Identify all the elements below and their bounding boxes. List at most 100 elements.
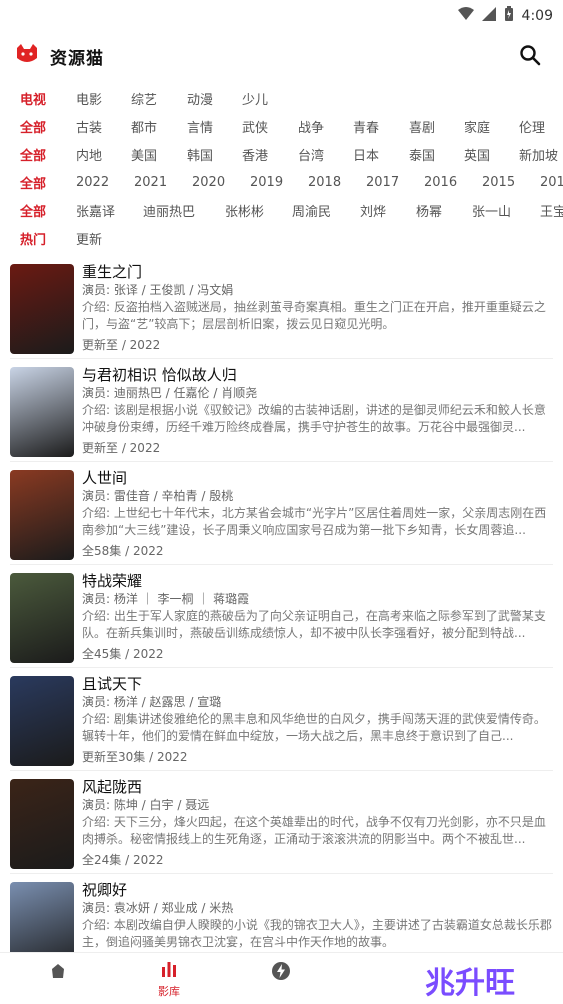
filter-chip[interactable]: 言情 xyxy=(187,117,213,136)
show-description: 介绍: 剧集讲述俊雅绝伦的黑丰息和风华绝世的白风夕，携手闯荡天涯的武侠爱情传奇。… xyxy=(82,712,546,743)
show-description: 介绍: 该剧是根据小说《驭鲛记》改编的古装神话剧，讲述的是御灵师纪云禾和鲛人长意… xyxy=(82,403,546,434)
show-poster[interactable] xyxy=(10,882,74,952)
filter-chip[interactable]: 王宝强 xyxy=(540,201,563,220)
search-icon[interactable] xyxy=(517,42,543,68)
filter-chip[interactable]: 香港 xyxy=(242,145,268,164)
show-info: 人世间 演员: 雷佳音 / 辛柏青 / 殷桃 介绍: 上世纪七十年代末，北方某省会城… xyxy=(82,468,553,561)
filter-row: 热门 更新 xyxy=(0,224,563,252)
bar-chart-icon xyxy=(159,962,179,981)
filter-chip-selected[interactable]: 全部 xyxy=(20,117,46,136)
show-description: 介绍: 出生于军人家庭的燕破岳为了向父亲证明自己，在高考来临之际参军到了武警某支… xyxy=(82,609,546,640)
show-poster[interactable] xyxy=(10,573,74,663)
filter-chip[interactable]: 喜剧 xyxy=(409,117,435,136)
show-description: 介绍: 本剧改编自伊人睽睽的小说《我的锦衣卫大人》，主要讲述了古装霸道女总裁长乐… xyxy=(82,918,552,949)
show-card[interactable]: 风起陇西 演员: 陈坤 / 白宇 / 聂远 介绍: 天下三分，烽火四起，在这个英雄辈… xyxy=(10,771,553,874)
show-cast: 演员: 杨洋 ｜ 李一桐 ｜ 蒋璐霞 xyxy=(82,592,250,606)
filter-chip[interactable]: 伦理 xyxy=(519,117,545,136)
show-poster[interactable] xyxy=(10,779,74,869)
filter-chip[interactable]: 杨幂 xyxy=(416,201,442,220)
home-icon xyxy=(48,964,68,985)
filter-chip-selected[interactable]: 全部 xyxy=(20,145,46,164)
show-card[interactable]: 人世间 演员: 雷佳音 / 辛柏青 / 殷桃 介绍: 上世纪七十年代末，北方某省会城… xyxy=(10,462,553,565)
filter-chip[interactable]: 2019 xyxy=(250,175,283,190)
filter-chip[interactable]: 2015 xyxy=(482,175,515,190)
filter-chip[interactable]: 新加坡 xyxy=(519,145,558,164)
filter-chip[interactable]: 泰国 xyxy=(409,145,435,164)
filter-chip[interactable]: 张彬彬 xyxy=(225,201,264,220)
filter-chip[interactable]: 2017 xyxy=(366,175,399,190)
filter-chip[interactable]: 家庭 xyxy=(464,117,490,136)
show-meta: 全58集 / 2022 xyxy=(82,544,164,558)
filter-chip[interactable]: 2014 xyxy=(540,175,563,190)
show-cast: 演员: 张译 / 王俊凯 / 冯文娟 xyxy=(82,283,234,297)
show-card[interactable]: 特战荣耀 演员: 杨洋 ｜ 李一桐 ｜ 蒋璐霞 介绍: 出生于军人家庭的燕破岳为了向… xyxy=(10,565,553,668)
filter-chip-selected[interactable]: 全部 xyxy=(20,173,46,192)
filter-chip[interactable]: 张嘉译 xyxy=(76,201,115,220)
tab-library-label: 影库 xyxy=(158,985,180,998)
filter-chip[interactable]: 2021 xyxy=(134,175,167,190)
filter-chip[interactable]: 2016 xyxy=(424,175,457,190)
filter-row: 全部 2022 2021 2020 2019 2018 2017 2016 2015 2014 xyxy=(0,168,563,196)
show-cast: 演员: 迪丽热巴 / 任嘉伦 / 肖顺尧 xyxy=(82,386,258,400)
filter-chip[interactable]: 美国 xyxy=(131,145,157,164)
status-time: 4:09 xyxy=(521,8,553,24)
filter-chip[interactable]: 古装 xyxy=(76,117,102,136)
filter-chip[interactable]: 都市 xyxy=(131,117,157,136)
show-info: 与君初相识 恰似故人归 演员: 迪丽热巴 / 任嘉伦 / 肖顺尧 介绍: 该剧是根据… xyxy=(82,365,553,458)
flash-icon xyxy=(271,962,291,985)
cat-logo-icon xyxy=(14,42,40,66)
show-title: 且试天下 xyxy=(82,675,143,693)
filter-chip[interactable]: 台湾 xyxy=(298,145,324,164)
show-title: 风起陇西 xyxy=(82,778,143,796)
show-poster[interactable] xyxy=(10,470,74,560)
show-title: 祝卿好 xyxy=(82,881,128,899)
filter-chip-selected[interactable]: 热门 xyxy=(20,229,46,248)
signal-icon xyxy=(481,7,496,25)
filter-chip-selected[interactable]: 电视 xyxy=(20,89,46,108)
filter-chip[interactable]: 日本 xyxy=(353,145,379,164)
filter-chip[interactable]: 武侠 xyxy=(242,117,268,136)
show-info: 特战荣耀 演员: 杨洋 ｜ 李一桐 ｜ 蒋璐霞 介绍: 出生于军人家庭的燕破岳为了向… xyxy=(82,571,553,664)
show-card[interactable]: 祝卿好演员: 袁冰妍 / 郑业成 / 米热介绍: 本剧改编自伊人睽睽的小说《我的… xyxy=(10,874,553,952)
show-description: 介绍: 天下三分，烽火四起，在这个英雄辈出的时代，战争不仅有刀光剑影，亦不只是血… xyxy=(82,815,546,846)
show-meta: 更新至 / 2022 xyxy=(82,338,161,352)
show-meta: 全24集 / 2022 xyxy=(82,853,164,867)
tab-home[interactable] xyxy=(28,961,88,985)
filter-chip[interactable]: 青春 xyxy=(353,117,379,136)
filter-chip[interactable]: 内地 xyxy=(76,145,102,164)
filter-chip[interactable]: 战争 xyxy=(298,117,324,136)
battery-icon xyxy=(504,6,514,26)
show-meta: 全45集 / 2022 xyxy=(82,647,164,661)
app-title: 资源猫 xyxy=(50,49,104,69)
filter-chip[interactable]: 电影 xyxy=(76,89,102,108)
filter-chip[interactable]: 综艺 xyxy=(131,89,157,108)
filter-chip[interactable]: 动漫 xyxy=(187,89,213,108)
show-info: 祝卿好演员: 袁冰妍 / 郑业成 / 米热介绍: 本剧改编自伊人睽睽的小说《我的… xyxy=(82,880,553,952)
filter-chip[interactable]: 更新 xyxy=(76,229,102,248)
filter-chip[interactable]: 周渝民 xyxy=(292,201,331,220)
filter-chip[interactable]: 2020 xyxy=(192,175,225,190)
show-poster[interactable] xyxy=(10,367,74,457)
tab-flash[interactable] xyxy=(251,961,311,985)
show-meta: 更新至30集 / 2022 xyxy=(82,750,188,764)
filter-chip[interactable]: 张一山 xyxy=(472,201,511,220)
show-info: 重生之门 演员: 张译 / 王俊凯 / 冯文娟 介绍: 反盗拍档入盗贼迷局，抽丝剥茧… xyxy=(82,262,553,355)
filter-chip[interactable]: 刘烨 xyxy=(360,201,386,220)
show-card[interactable]: 与君初相识 恰似故人归 演员: 迪丽热巴 / 任嘉伦 / 肖顺尧 介绍: 该剧是根据… xyxy=(10,359,553,462)
show-cast: 演员: 雷佳音 / 辛柏青 / 殷桃 xyxy=(82,489,234,503)
show-cast: 演员: 杨洋 / 赵露思 / 宣璐 xyxy=(82,695,222,709)
filter-chip[interactable]: 韩国 xyxy=(187,145,213,164)
show-card[interactable]: 重生之门 演员: 张译 / 王俊凯 / 冯文娟 介绍: 反盗拍档入盗贼迷局，抽丝剥茧… xyxy=(10,256,553,359)
filter-chip[interactable]: 少儿 xyxy=(242,89,268,108)
show-cast: 演员: 袁冰妍 / 郑业成 / 米热 xyxy=(82,901,234,915)
filter-chip[interactable]: 2018 xyxy=(308,175,341,190)
filter-row: 全部 内地 美国 韩国 香港 台湾 日本 泰国 英国 新加坡 xyxy=(0,140,563,168)
show-poster[interactable] xyxy=(10,264,74,354)
tab-library[interactable]: 影库 xyxy=(139,961,199,999)
filter-chip[interactable]: 迪丽热巴 xyxy=(143,201,195,220)
show-poster[interactable] xyxy=(10,676,74,766)
filter-chip[interactable]: 2022 xyxy=(76,175,109,190)
filter-chip-selected[interactable]: 全部 xyxy=(20,201,46,220)
filter-chip[interactable]: 英国 xyxy=(464,145,490,164)
show-card[interactable]: 且试天下演员: 杨洋 / 赵露思 / 宣璐介绍: 剧集讲述俊雅绝伦的黑丰息和风华… xyxy=(10,668,553,771)
